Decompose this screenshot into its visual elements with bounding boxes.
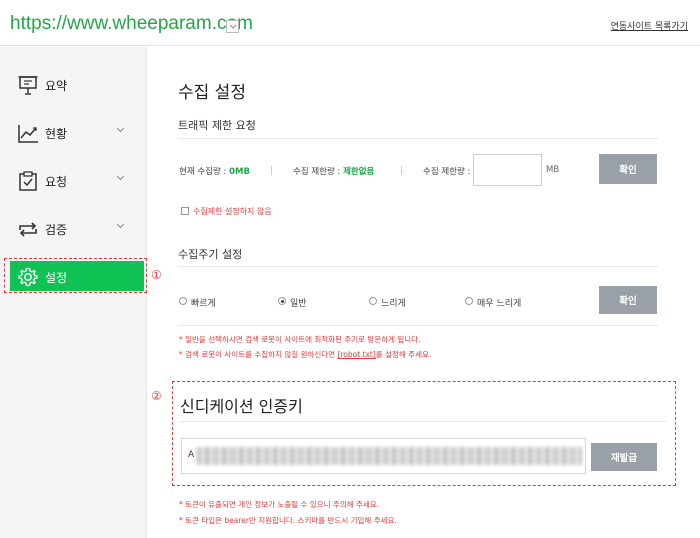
presentation-board-icon [18, 76, 38, 95]
cert-note-1: * 토큰이 유출되면 개인 정보가 노출될 수 있으니 주의해 주세요. [179, 500, 380, 509]
traffic-section-title: 트래픽 제한 요청 [178, 119, 256, 132]
refresh-arrows-icon [19, 222, 37, 237]
cycle-confirm-button[interactable]: 확인 [599, 286, 657, 314]
token-field[interactable]: A [181, 438, 586, 474]
radio-fast-label[interactable]: 빠르게 [191, 296, 216, 309]
sidebar-item-label: 요청 [45, 175, 68, 189]
token-blurred [196, 447, 582, 465]
annotation-box-settings [4, 258, 147, 293]
sidebar-item-label: 현황 [45, 127, 68, 141]
sidebar-item-verify[interactable]: 검증 [10, 213, 144, 243]
sidebar-item-label: 요약 [45, 79, 68, 93]
divider [401, 166, 402, 175]
limit-status: 수집 제한량 : 제한없음 [293, 167, 375, 177]
robot-txt-link[interactable]: [robot.txt] [337, 350, 375, 359]
radio-fast[interactable] [179, 297, 187, 305]
radio-slow[interactable] [369, 297, 377, 305]
site-select-dropdown[interactable] [226, 20, 239, 33]
cert-note-2: * 토큰 타입은 bearer만 지원합니다. 스키마를 반드시 기입해 주세요… [179, 516, 397, 525]
divider [271, 166, 272, 175]
divider [180, 421, 667, 422]
page-title: 수집 설정 [178, 83, 246, 103]
radio-very-slow-label[interactable]: 매우 느리게 [477, 296, 521, 309]
annotation-number-2: ② [151, 389, 162, 403]
divider [178, 266, 658, 267]
limit-input-label: 수집 제한량 : [423, 167, 471, 177]
divider [178, 325, 658, 326]
chevron-down-icon [229, 24, 237, 29]
sidebar-item-status[interactable]: 현황 [10, 117, 144, 147]
chevron-down-icon [116, 175, 125, 181]
radio-slow-label[interactable]: 느리게 [381, 296, 406, 309]
sidebar-item-request[interactable]: 요청 [10, 165, 144, 195]
sidebar-item-summary[interactable]: 요약 [10, 69, 144, 99]
chevron-down-icon [116, 223, 125, 229]
radio-very-slow[interactable] [465, 297, 473, 305]
limit-input[interactable] [473, 154, 542, 186]
radio-normal[interactable] [278, 297, 286, 305]
top-bar: https://www.wheeparam.com 연동사이트 목록가기 [0, 0, 700, 46]
site-url-title[interactable]: https://www.wheeparam.com [10, 13, 253, 35]
clipboard-check-icon [19, 171, 37, 191]
no-limit-checkbox-label[interactable]: 수집제한 설정하지 않음 [193, 206, 272, 217]
cert-section-title: 신디케이션 인증키 [180, 397, 303, 416]
cycle-note-1: * 일반을 선택하시면 검색 로봇이 사이트에 최적화된 주기로 방문하게 됩니… [179, 335, 421, 344]
cycle-note-2: * 검색 로봇이 사이트를 수집하지 않길 원하신다면 [robot.txt]를… [179, 350, 432, 359]
site-list-link[interactable]: 연동사이트 목록가기 [611, 19, 688, 32]
main-content: 수집 설정 트래픽 제한 요청 현재 수집량 : 0MB 수집 제한량 : 제한… [148, 47, 700, 538]
current-usage: 현재 수집량 : 0MB [179, 167, 250, 177]
chevron-down-icon [116, 127, 125, 133]
traffic-confirm-button[interactable]: 확인 [599, 154, 657, 184]
radio-normal-label[interactable]: 일반 [290, 296, 307, 309]
reissue-button[interactable]: 재발급 [591, 443, 657, 471]
divider [178, 138, 658, 139]
no-limit-checkbox[interactable] [181, 207, 189, 215]
sidebar-item-label: 검증 [45, 223, 68, 237]
token-value: A [188, 450, 195, 460]
cycle-section-title: 수집주기 설정 [178, 248, 243, 261]
line-chart-icon [18, 125, 38, 143]
mb-unit-label: MB [546, 165, 560, 175]
